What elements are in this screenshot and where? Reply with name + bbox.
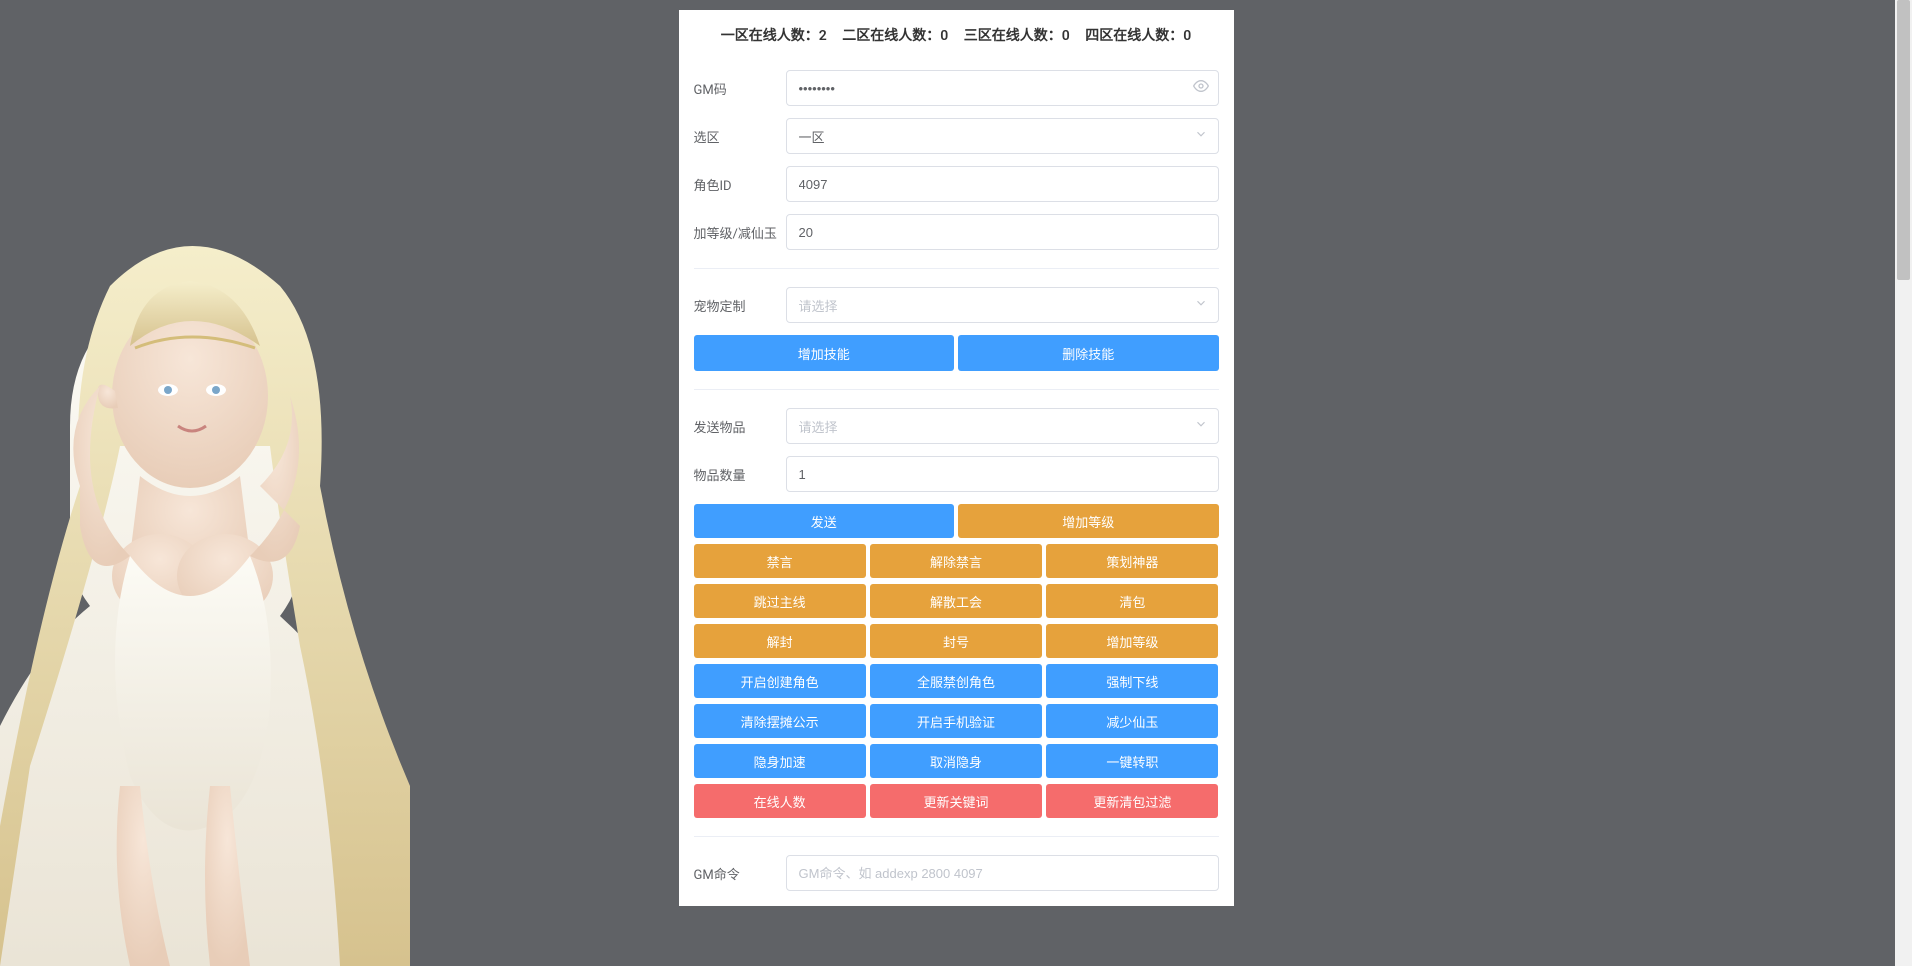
- gm-cmd-label: GM命令: [694, 864, 786, 883]
- update-clearbag-filter-button[interactable]: 更新清包过滤: [1046, 784, 1218, 818]
- chevron-down-icon: [1194, 296, 1208, 314]
- clear-stall-notice-button[interactable]: 清除摆摊公示: [694, 704, 866, 738]
- one-click-job-change-button[interactable]: 一键转职: [1046, 744, 1218, 778]
- zone2-count: 0: [940, 28, 948, 44]
- online-stats: 一区在线人数：2 二区在线人数：0 三区在线人数：0 四区在线人数：0: [694, 25, 1219, 45]
- gm-code-label: GM码: [694, 79, 786, 98]
- chevron-down-icon: [1194, 127, 1208, 145]
- send-button[interactable]: 发送: [694, 504, 955, 538]
- update-keywords-button[interactable]: 更新关键词: [870, 784, 1042, 818]
- scrollbar-track[interactable]: [1895, 0, 1912, 966]
- role-id-label: 角色ID: [694, 175, 786, 194]
- role-id-input[interactable]: [786, 166, 1219, 202]
- add-skill-button[interactable]: 增加技能: [694, 335, 955, 371]
- add-level-button[interactable]: 增加等级: [958, 504, 1219, 538]
- planner-item-button[interactable]: 策划神器: [1046, 544, 1218, 578]
- unban-button[interactable]: 解封: [694, 624, 866, 658]
- zone1-count: 2: [819, 28, 827, 44]
- send-item-label: 发送物品: [694, 417, 786, 436]
- zone1-label: 一区在线人数：: [721, 28, 819, 44]
- skip-main-button[interactable]: 跳过主线: [694, 584, 866, 618]
- zone-label: 选区: [694, 127, 786, 146]
- send-item-select[interactable]: 请选择: [786, 408, 1219, 444]
- online-count-button[interactable]: 在线人数: [694, 784, 866, 818]
- zone3-count: 0: [1062, 28, 1070, 44]
- cancel-stealth-button[interactable]: 取消隐身: [870, 744, 1042, 778]
- level-input[interactable]: [786, 214, 1219, 250]
- clear-bag-button[interactable]: 清包: [1046, 584, 1218, 618]
- enable-create-role-button[interactable]: 开启创建角色: [694, 664, 866, 698]
- del-skill-button[interactable]: 删除技能: [958, 335, 1219, 371]
- zone-select-value: 一区: [799, 127, 825, 146]
- zone2-label: 二区在线人数：: [842, 28, 940, 44]
- disband-guild-button[interactable]: 解散工会: [870, 584, 1042, 618]
- divider: [694, 389, 1219, 390]
- force-offline-button[interactable]: 强制下线: [1046, 664, 1218, 698]
- disable-create-role-button[interactable]: 全服禁创角色: [870, 664, 1042, 698]
- zone-select[interactable]: 一区: [786, 118, 1219, 154]
- stealth-speed-button[interactable]: 隐身加速: [694, 744, 866, 778]
- zone3-label: 三区在线人数：: [964, 28, 1062, 44]
- admin-panel: 一区在线人数：2 二区在线人数：0 三区在线人数：0 四区在线人数：0 GM码 …: [679, 10, 1234, 906]
- divider: [694, 268, 1219, 269]
- send-item-placeholder: 请选择: [799, 417, 838, 436]
- reduce-xianyu-button[interactable]: 减少仙玉: [1046, 704, 1218, 738]
- enable-phone-verify-button[interactable]: 开启手机验证: [870, 704, 1042, 738]
- zone4-label: 四区在线人数：: [1085, 28, 1183, 44]
- level-label: 加等级/减仙玉: [694, 223, 786, 242]
- pet-label: 宠物定制: [694, 296, 786, 315]
- unmute-button[interactable]: 解除禁言: [870, 544, 1042, 578]
- pet-select[interactable]: 请选择: [786, 287, 1219, 323]
- chevron-down-icon: [1194, 417, 1208, 435]
- gm-cmd-input[interactable]: [786, 855, 1219, 891]
- zone4-count: 0: [1183, 28, 1191, 44]
- item-count-label: 物品数量: [694, 465, 786, 484]
- mute-button[interactable]: 禁言: [694, 544, 866, 578]
- pet-select-placeholder: 请选择: [799, 296, 838, 315]
- gm-code-input[interactable]: [786, 70, 1219, 106]
- ban-button[interactable]: 封号: [870, 624, 1042, 658]
- item-count-input[interactable]: [786, 456, 1219, 492]
- scrollbar-thumb[interactable]: [1897, 0, 1910, 280]
- divider: [694, 836, 1219, 837]
- add-level2-button[interactable]: 增加等级: [1046, 624, 1218, 658]
